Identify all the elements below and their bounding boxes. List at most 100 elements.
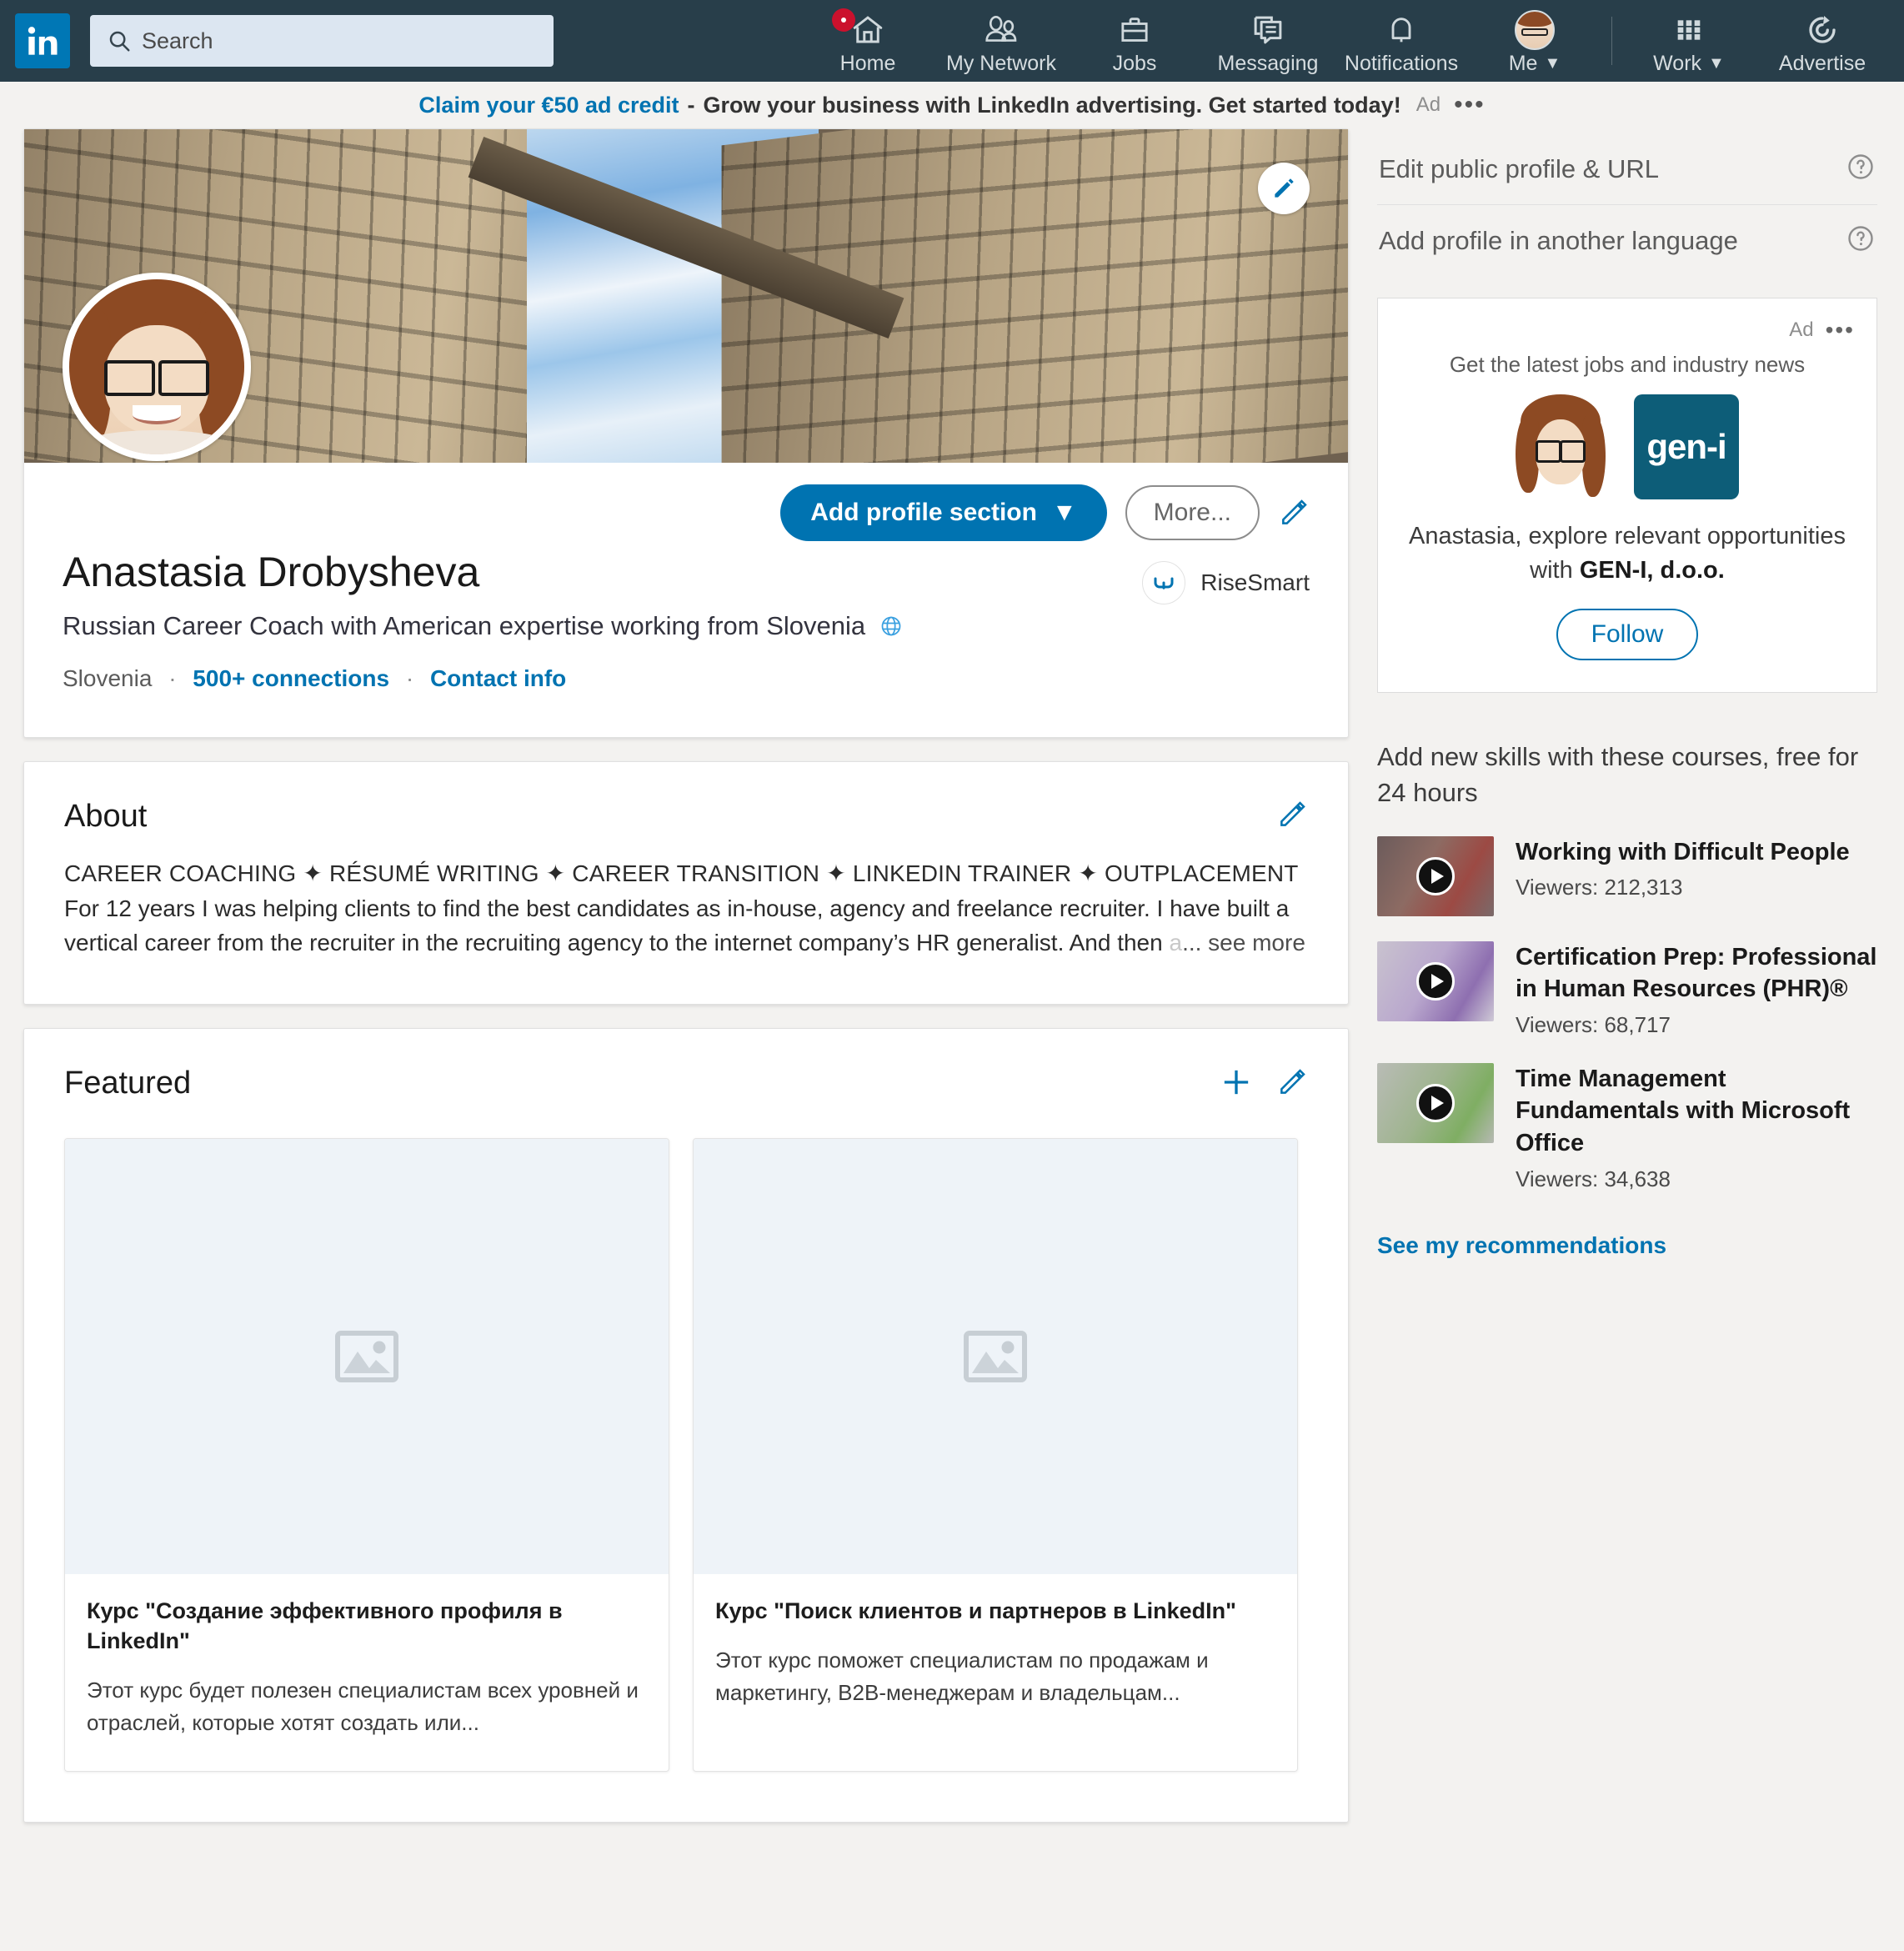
featured-item-description: Этот курс будет полезен специалистам все… bbox=[87, 1678, 639, 1736]
search-placeholder-text: Search bbox=[142, 28, 213, 53]
see-my-recommendations-link[interactable]: See my recommendations bbox=[1377, 1232, 1877, 1259]
main-column: Add profile section ▼ More... RiseSmart … bbox=[23, 128, 1349, 1846]
course-thumbnail bbox=[1377, 940, 1494, 1021]
ad-banner-text: Grow your business with LinkedIn adverti… bbox=[703, 92, 1401, 118]
help-circle-icon[interactable] bbox=[1846, 152, 1876, 186]
add-profile-section-button[interactable]: Add profile section ▼ bbox=[780, 484, 1107, 541]
avatar bbox=[1515, 9, 1555, 50]
briefcase-icon bbox=[1121, 17, 1148, 42]
nav-item-jobs[interactable]: Jobs bbox=[1068, 0, 1201, 82]
ad-card-profile-photo bbox=[1516, 394, 1606, 499]
profile-card: Add profile section ▼ More... RiseSmart … bbox=[23, 128, 1349, 739]
ad-card-tagline: Get the latest jobs and industry news bbox=[1449, 352, 1806, 377]
see-more-link[interactable]: ... see more bbox=[1182, 930, 1305, 955]
course-title: Time Management Fundamentals with Micros… bbox=[1516, 1065, 1851, 1156]
chevron-down-icon: ▼ bbox=[1708, 54, 1725, 73]
nav-item-messaging[interactable]: Messaging bbox=[1201, 0, 1335, 82]
about-title: About bbox=[64, 799, 148, 835]
add-profile-section-label: Add profile section bbox=[810, 499, 1037, 526]
courses-section-title: Add new skills with these courses, free … bbox=[1377, 742, 1859, 807]
nav-label-home: Home bbox=[839, 51, 896, 75]
featured-item[interactable]: Курс "Поиск клиентов и партнеров в Linke… bbox=[693, 1137, 1298, 1773]
help-circle-icon[interactable] bbox=[1846, 223, 1876, 258]
ad-banner-menu-icon[interactable]: ••• bbox=[1454, 91, 1486, 119]
geni-logo-icon: gen-i bbox=[1634, 394, 1739, 499]
linkedin-logo-icon[interactable] bbox=[15, 13, 70, 68]
nav-item-home[interactable]: Home bbox=[801, 0, 934, 82]
course-thumbnail bbox=[1377, 835, 1494, 916]
nav-item-my-network[interactable]: My Network bbox=[934, 0, 1068, 82]
nav-item-advertise[interactable]: Advertise bbox=[1756, 0, 1889, 82]
nav-label-messaging: Messaging bbox=[1217, 51, 1319, 75]
edit-cover-photo-button[interactable] bbox=[1258, 163, 1310, 214]
edit-about-button[interactable] bbox=[1276, 799, 1308, 830]
featured-thumbnail bbox=[694, 1138, 1297, 1574]
featured-item[interactable]: Курс "Создание эффективного профиля в Li… bbox=[64, 1137, 669, 1773]
page-title: Anastasia Drobysheva bbox=[63, 549, 480, 595]
contact-info-link[interactable]: Contact info bbox=[430, 665, 566, 691]
featured-title: Featured bbox=[64, 1065, 192, 1101]
search-icon bbox=[109, 31, 130, 52]
sidebar-item-edit-public-profile[interactable]: Edit public profile & URL bbox=[1377, 133, 1877, 204]
profile-photo[interactable] bbox=[63, 273, 251, 461]
featured-item-title: Курс "Создание эффективного профиля в Li… bbox=[87, 1597, 563, 1654]
profile-details: Add profile section ▼ More... RiseSmart … bbox=[24, 273, 1348, 737]
advertise-icon bbox=[1809, 15, 1836, 43]
ad-card-copy: Anastasia, explore relevant opportunitie… bbox=[1400, 519, 1855, 587]
nav-label-work: Work bbox=[1653, 51, 1702, 75]
people-icon bbox=[985, 15, 1017, 42]
profile-meta: Slovenia · 500+ connections · Contact in… bbox=[63, 665, 1310, 692]
pencil-icon bbox=[1280, 801, 1305, 827]
nav-label-jobs: Jobs bbox=[1112, 51, 1157, 75]
more-button[interactable]: More... bbox=[1125, 485, 1260, 540]
nav-item-me[interactable]: Me ▼ bbox=[1468, 0, 1601, 82]
sidebar-item-add-language[interactable]: Add profile in another language bbox=[1377, 204, 1877, 276]
message-icon bbox=[1254, 16, 1282, 43]
course-list-item[interactable]: Certification Prep: Professional in Huma… bbox=[1377, 940, 1877, 1038]
course-viewers: Viewers: 68,717 bbox=[1516, 1011, 1671, 1037]
home-notification-badge bbox=[832, 8, 855, 32]
featured-item-title: Курс "Поиск клиентов и партнеров в Linke… bbox=[715, 1597, 1236, 1623]
nav-item-notifications[interactable]: Notifications bbox=[1335, 0, 1468, 82]
current-company[interactable]: RiseSmart bbox=[1142, 561, 1310, 604]
risesmart-logo-icon bbox=[1142, 561, 1186, 604]
connections-link[interactable]: 500+ connections bbox=[193, 665, 389, 691]
course-thumbnail bbox=[1377, 1062, 1494, 1143]
globe-icon bbox=[879, 612, 903, 648]
play-icon bbox=[1416, 961, 1455, 1001]
ad-banner-link[interactable]: Claim your €50 ad credit bbox=[418, 93, 679, 118]
featured-item-description: Этот курс поможет специалистам по продаж… bbox=[715, 1648, 1209, 1706]
profile-identity: RiseSmart Anastasia Drobysheva Russian C… bbox=[63, 546, 1310, 692]
play-icon bbox=[1416, 1083, 1455, 1122]
nav-label-advertise: Advertise bbox=[1778, 51, 1866, 75]
edit-profile-button[interactable] bbox=[1278, 497, 1310, 529]
add-featured-button[interactable] bbox=[1220, 1066, 1253, 1099]
course-list-item[interactable]: Time Management Fundamentals with Micros… bbox=[1377, 1062, 1877, 1192]
search-input[interactable]: Search bbox=[90, 15, 554, 67]
home-icon bbox=[853, 15, 883, 43]
sponsored-ad-card: Ad ••• Get the latest jobs and industry … bbox=[1377, 298, 1877, 694]
ad-card-brand-name: GEN-I, d.o.o. bbox=[1579, 556, 1725, 584]
nav-items-group: Home My Network Jobs Messaging Notificat… bbox=[801, 0, 1889, 82]
course-list-item[interactable]: Working with Difficult People Viewers: 2… bbox=[1377, 835, 1877, 916]
play-icon bbox=[1416, 856, 1455, 895]
meta-separator: · bbox=[405, 665, 414, 692]
about-faded-text: a bbox=[1169, 930, 1183, 956]
featured-header: Featured bbox=[24, 1029, 1348, 1101]
about-paragraph-text: For 12 years I was helping clients to fi… bbox=[64, 895, 1290, 956]
follow-button[interactable]: Follow bbox=[1556, 609, 1699, 661]
about-body: CAREER COACHING ✦ RÉSUMÉ WRITING ✦ CAREE… bbox=[24, 835, 1348, 1003]
ad-card-menu-icon[interactable]: ••• bbox=[1826, 317, 1855, 344]
nav-label-me: Me bbox=[1508, 51, 1538, 75]
course-title: Working with Difficult People bbox=[1516, 838, 1850, 865]
nav-item-work[interactable]: Work ▼ bbox=[1622, 0, 1756, 82]
edit-featured-button[interactable] bbox=[1276, 1066, 1308, 1098]
add-language-label: Add profile in another language bbox=[1379, 225, 1738, 255]
company-name-label: RiseSmart bbox=[1200, 569, 1310, 595]
featured-thumbnail bbox=[65, 1138, 669, 1574]
course-viewers: Viewers: 212,313 bbox=[1516, 875, 1683, 900]
sidebar: Edit public profile & URL Add profile in… bbox=[1377, 128, 1877, 1259]
profile-headline: Russian Career Coach with American exper… bbox=[63, 609, 904, 648]
about-header: About bbox=[24, 762, 1348, 835]
featured-card: Featured Курс "Создание эффективного про… bbox=[23, 1027, 1349, 1823]
